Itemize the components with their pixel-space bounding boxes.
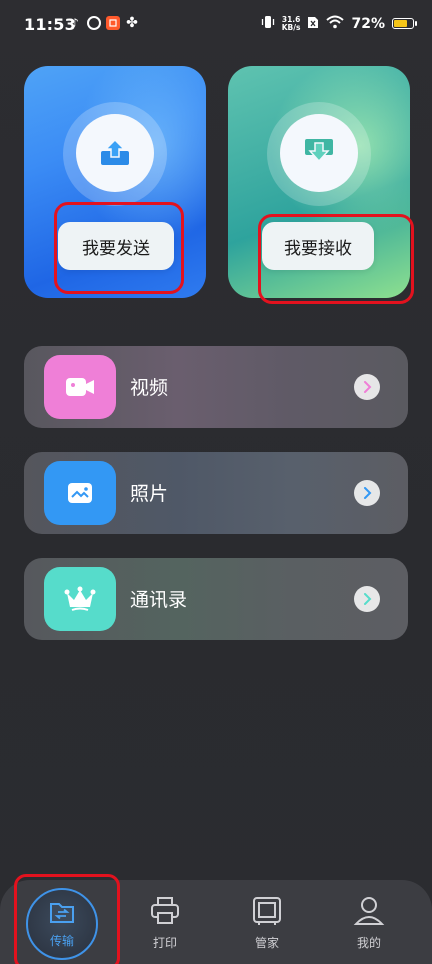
person-icon <box>353 896 385 930</box>
battery-percent: 72% <box>351 15 385 32</box>
list-item-label: 照片 <box>130 483 169 505</box>
printer-icon <box>149 896 181 930</box>
send-button[interactable]: 我要发送 <box>58 222 174 270</box>
video-camera-icon <box>44 355 116 419</box>
app-badge-icon <box>106 16 120 30</box>
download-icon <box>280 114 358 192</box>
list-item-label: 视频 <box>130 377 169 399</box>
chevron-right-icon <box>354 374 380 400</box>
status-right: 31.6 KB/s 72% <box>261 14 417 33</box>
chevron-right-icon <box>354 480 380 506</box>
receive-button[interactable]: 我要接收 <box>262 222 374 270</box>
chevron-right-icon <box>354 586 380 612</box>
nav-label: 我的 <box>356 936 381 950</box>
tiktok-icon: ♪ <box>71 16 79 30</box>
list-item-contacts[interactable]: 通讯录 <box>24 558 408 640</box>
battery-icon <box>392 18 417 29</box>
photo-icon <box>44 461 116 525</box>
nav-item-mine[interactable]: 我的 <box>334 896 404 960</box>
clover-icon: ✤ <box>126 15 138 31</box>
folder-transfer-icon <box>49 900 75 928</box>
nav-label: 传输 <box>49 934 74 948</box>
network-speed-unit: KB/s <box>281 22 301 32</box>
send-card[interactable]: 我要发送 <box>24 66 206 298</box>
status-bar: 11:53 ♪ ✤ 31.6 KB/s 72% <box>0 0 432 52</box>
crown-icon <box>44 567 116 631</box>
nav-item-transfer[interactable]: 传输 <box>27 900 97 956</box>
app-screen: 11:53 ♪ ✤ 31.6 KB/s 72% 我要发送 我要接收 视频 照片 … <box>0 0 432 964</box>
list-item-video[interactable]: 视频 <box>24 346 408 428</box>
nav-item-manager[interactable]: 管家 <box>232 896 302 960</box>
nav-item-print[interactable]: 打印 <box>130 896 200 960</box>
upload-icon <box>76 114 154 192</box>
sim-icon <box>307 14 319 33</box>
list-item-label: 通讯录 <box>130 589 188 611</box>
app-circle-icon <box>87 16 101 30</box>
receive-card[interactable]: 我要接收 <box>228 66 410 298</box>
nav-label: 打印 <box>152 936 177 950</box>
list-item-photo[interactable]: 照片 <box>24 452 408 534</box>
vibrate-icon <box>261 14 275 33</box>
wifi-icon <box>326 14 345 33</box>
notification-icons: ♪ ✤ <box>68 15 139 31</box>
nav-label: 管家 <box>254 936 279 950</box>
network-speed: 31.6 KB/s <box>281 15 301 32</box>
monitor-icon <box>251 896 283 930</box>
